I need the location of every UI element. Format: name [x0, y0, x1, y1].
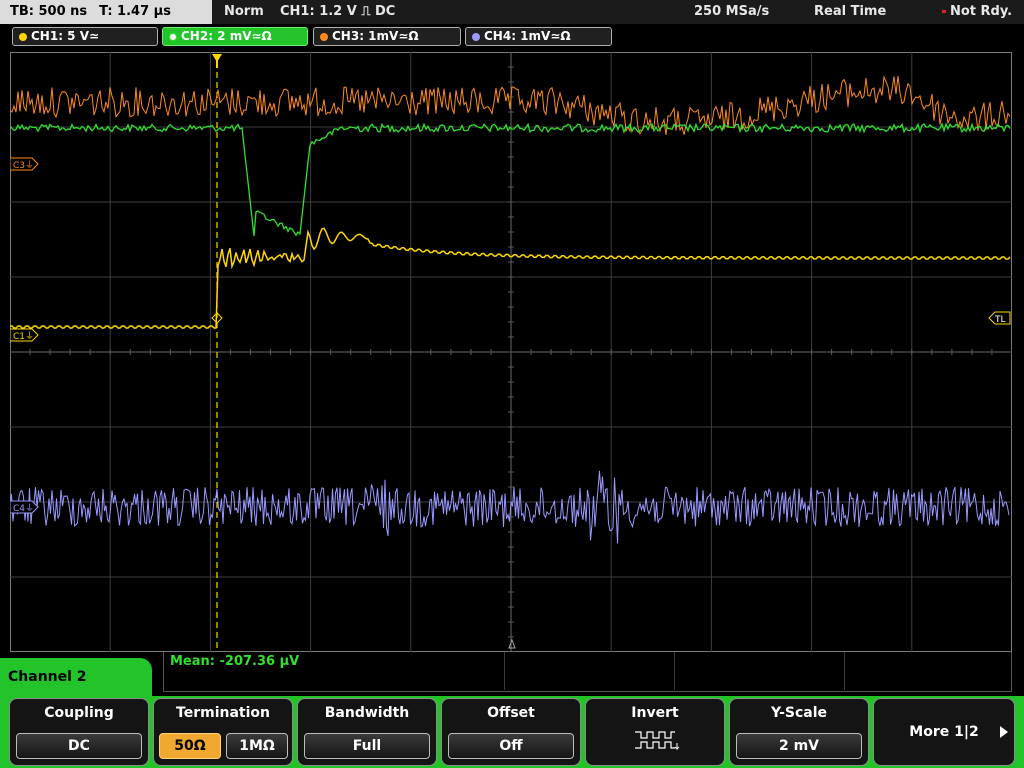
ch4-ground-label: C4⏚ [13, 503, 34, 514]
yscale-label: Y-Scale [770, 705, 827, 721]
ch4-ground-marker[interactable]: C4⏚ [10, 500, 39, 514]
tab-ch1-label: CH1: 5 V≃ [31, 29, 100, 43]
trigger-mode[interactable]: Norm [224, 0, 264, 24]
tab-ch1[interactable]: CH1: 5 V≃ [12, 27, 158, 46]
ch3-color-icon [320, 33, 328, 41]
trigger-level-marker[interactable]: TL [988, 311, 1011, 325]
coupling-softkey[interactable]: Coupling DC [9, 698, 149, 766]
next-arrow-icon [1000, 726, 1008, 738]
yscale-value[interactable]: 2 mV [736, 733, 862, 759]
bandwidth-label: Bandwidth [324, 705, 410, 721]
ch1-waveform [10, 227, 1011, 329]
tab-ch4-label: CH4: 1mV≃Ω [484, 29, 571, 43]
timebase-value: TB: 500 ns [10, 4, 88, 19]
graticule [10, 52, 1012, 652]
termination-softkey[interactable]: Termination 50Ω 1MΩ [153, 698, 293, 766]
offset-value[interactable]: Off [448, 733, 574, 759]
sample-rate: 250 MSa/s [694, 4, 770, 19]
more-label: More 1|2 [909, 724, 979, 740]
ch3-waveform [10, 75, 1011, 135]
yscale-softkey[interactable]: Y-Scale 2 mV [729, 698, 869, 766]
tab-ch4[interactable]: CH4: 1mV≃Ω [465, 27, 612, 46]
ch3-ground-label: C3⏚ [13, 160, 34, 171]
measurement-cell-4 [844, 652, 1011, 690]
termination-50ohm-option[interactable]: 50Ω [159, 733, 221, 759]
softkey-bar: Coupling DC Termination 50Ω 1MΩ Bandwidt… [0, 696, 1024, 768]
trigger-setting[interactable]: CH1: 1.2 V ⎍ DC [280, 0, 395, 24]
ch3-ground-marker[interactable]: C3⏚ [10, 157, 39, 171]
trigger-level-label: TL [994, 315, 1006, 325]
ch2-color-icon [169, 33, 177, 41]
offset-softkey[interactable]: Offset Off [441, 698, 581, 766]
bandwidth-value[interactable]: Full [304, 733, 430, 759]
measurement-cell-1[interactable]: Mean: -207.36 µV [164, 652, 505, 690]
waveform-canvas: C3⏚ C1⏚ C4⏚ TL [10, 52, 1012, 652]
acquisition-status: Not Rdy. [942, 0, 1012, 24]
offset-label: Offset [487, 705, 535, 721]
ch4-waveform [10, 470, 1010, 544]
bandwidth-softkey[interactable]: Bandwidth Full [297, 698, 437, 766]
more-softkey[interactable]: More 1|2 [873, 698, 1015, 766]
ch1-ground-marker[interactable]: C1⏚ [10, 328, 39, 342]
coupling-value[interactable]: DC [16, 733, 142, 759]
measurement-cell-2 [504, 652, 675, 690]
acquisition-mode: Real Time [814, 4, 887, 19]
tab-ch2-label: CH2: 2 mV≃Ω [181, 29, 272, 43]
ch1-ground-label: C1⏚ [13, 331, 34, 342]
status-indicator-icon [942, 10, 946, 13]
tab-ch2[interactable]: CH2: 2 mV≃Ω [162, 27, 308, 46]
inverted-square-wave-icon [635, 731, 680, 751]
measurement-panel: Mean: -207.36 µV [163, 652, 1012, 692]
mean-measurement: Mean: -207.36 µV [170, 654, 300, 669]
invert-softkey[interactable]: Invert [585, 698, 725, 766]
tab-ch3[interactable]: CH3: 1mV≃Ω [313, 27, 461, 46]
trigger-time-value: T: 1.47 µs [99, 4, 171, 19]
channel-menu-title: Channel 2 [0, 658, 152, 696]
tab-ch3-label: CH3: 1mV≃Ω [332, 29, 419, 43]
termination-1mohm-option[interactable]: 1MΩ [226, 733, 288, 759]
horizontal-center-marker-icon [508, 638, 516, 649]
timebase-box[interactable]: TB: 500 ns T: 1.47 µs [0, 0, 212, 24]
waveform-display[interactable]: C3⏚ C1⏚ C4⏚ TL [10, 52, 1012, 652]
coupling-label: Coupling [44, 705, 114, 721]
invert-label: Invert [631, 705, 679, 721]
channel-tab-bar: CH1: 5 V≃ CH2: 2 mV≃Ω CH3: 1mV≃Ω CH4: 1m… [0, 26, 1024, 48]
ch1-color-icon [19, 33, 27, 41]
status-bar: TB: 500 ns T: 1.47 µs Norm CH1: 1.2 V ⎍ D… [0, 0, 1024, 24]
ch2-waveform [10, 122, 1011, 237]
ch4-color-icon [472, 33, 480, 41]
acquisition-status-text: Not Rdy. [950, 4, 1013, 19]
termination-label: Termination [176, 705, 270, 721]
measurement-cell-3 [674, 652, 845, 690]
